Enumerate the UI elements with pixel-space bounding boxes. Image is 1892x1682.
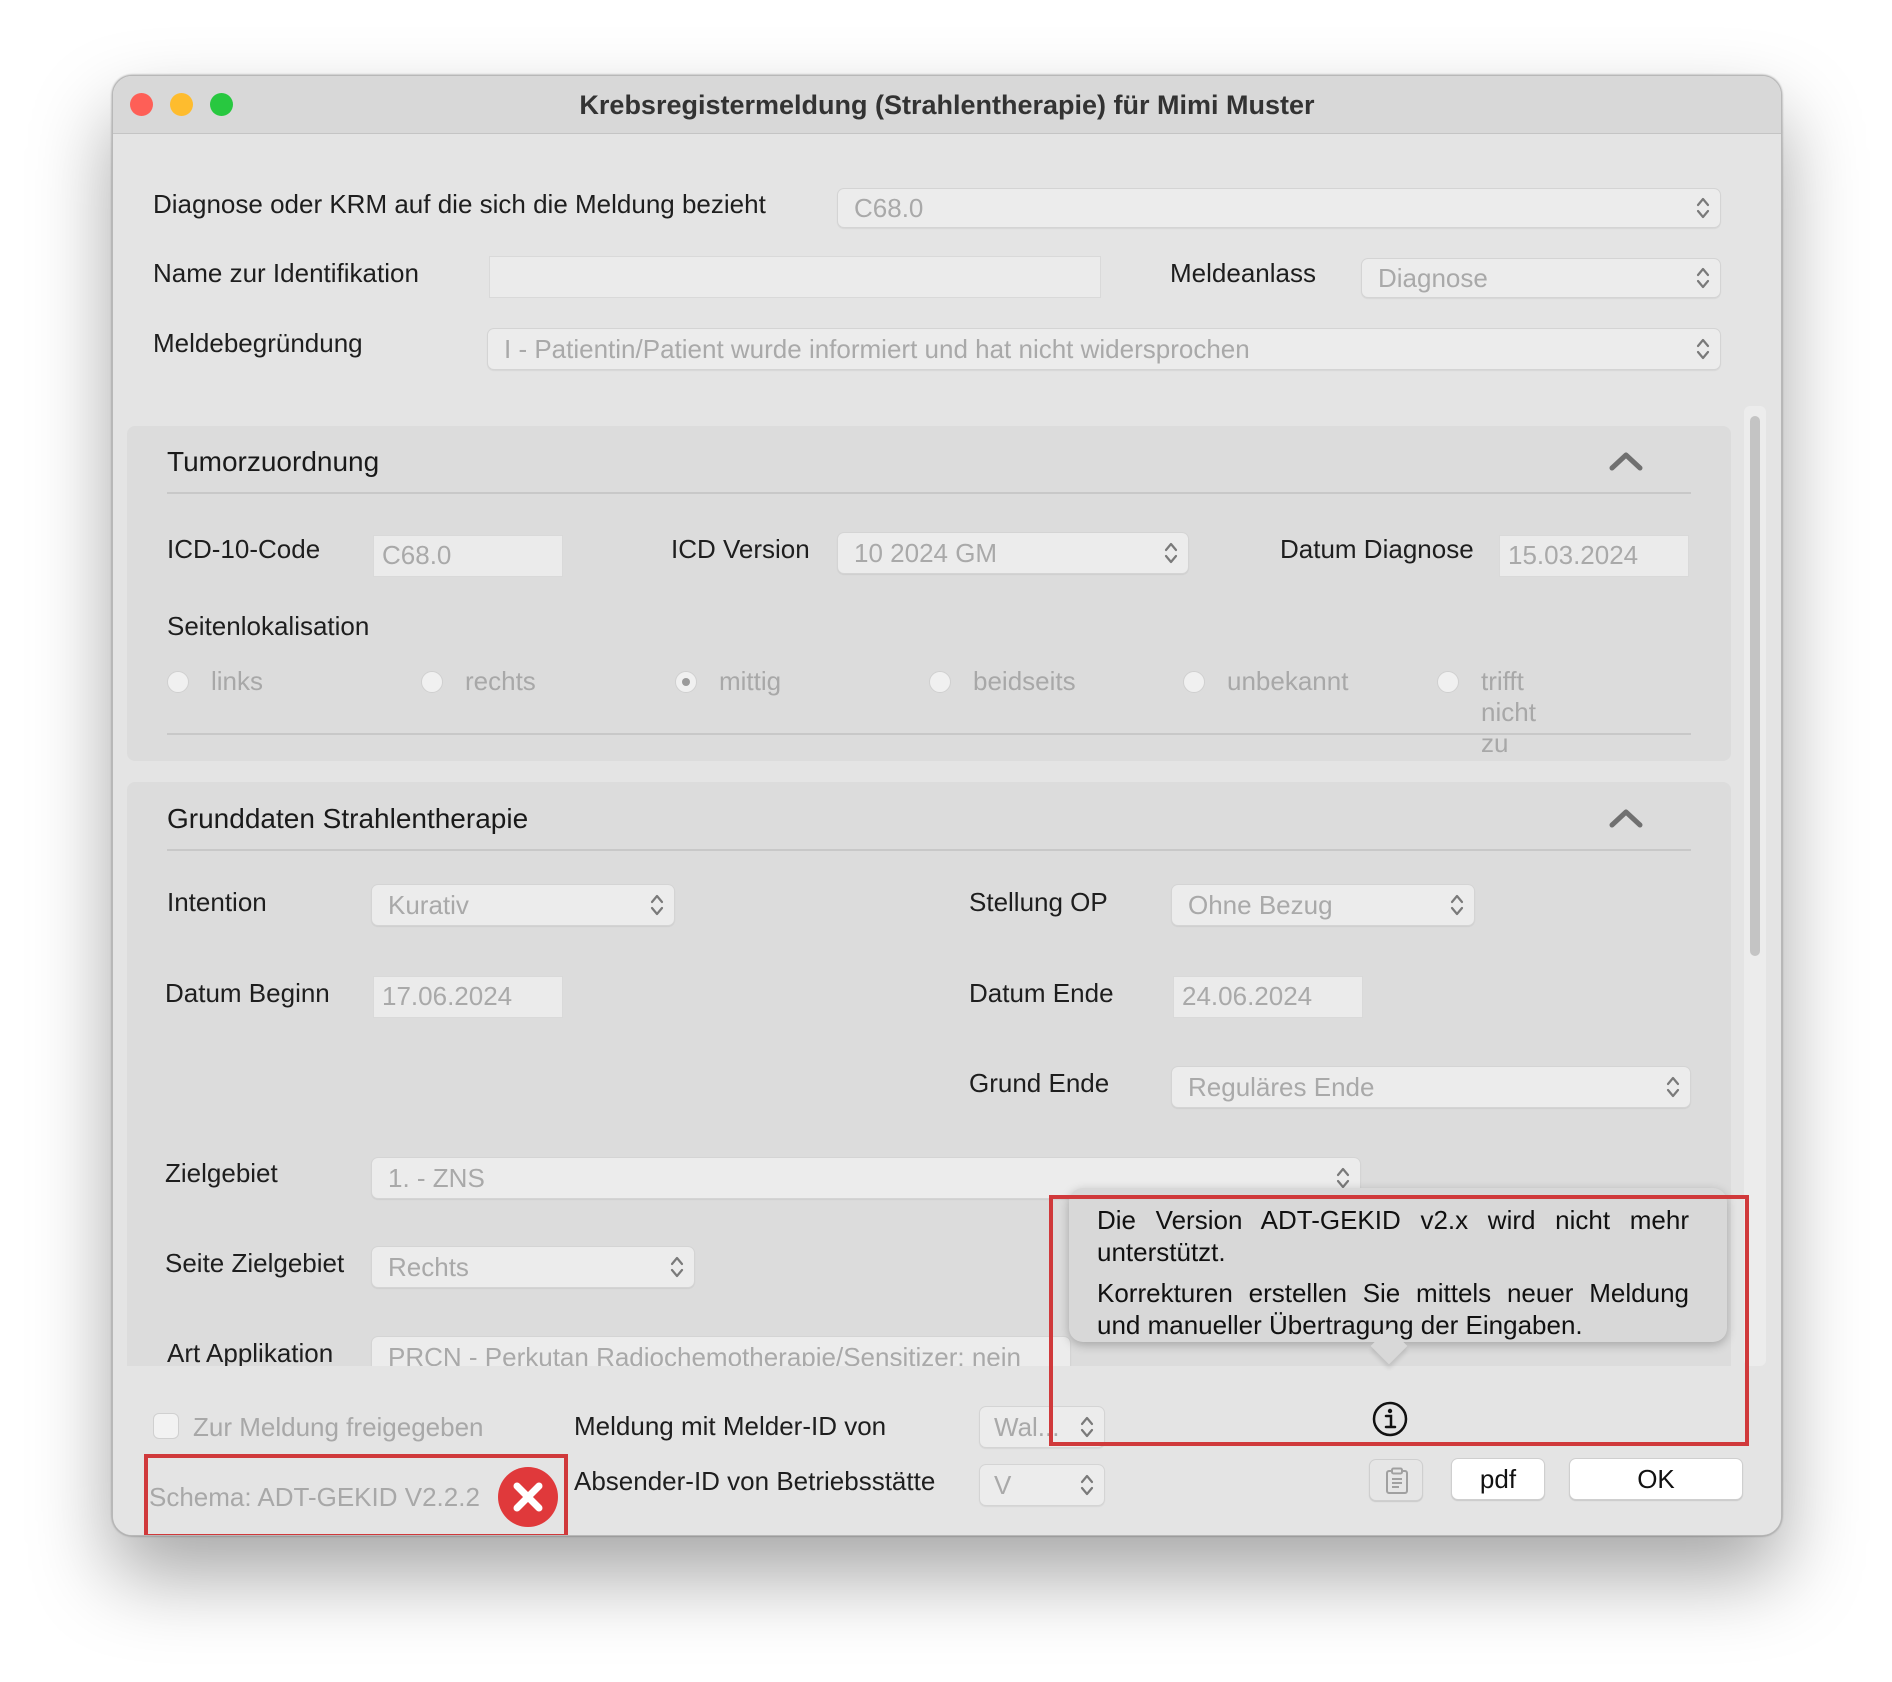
- grund-ende-value: Reguläres Ende: [1188, 1072, 1375, 1102]
- section-divider: [167, 849, 1691, 851]
- stepper-icon: [1696, 196, 1710, 220]
- radio-button[interactable]: [929, 671, 951, 693]
- absender-label: Absender-ID von Betriebsstätte: [574, 1466, 936, 1496]
- seite-zielgebiet-select[interactable]: Rechts: [371, 1246, 695, 1288]
- radio-label: mittig: [719, 666, 782, 696]
- schema-highlight-box: [144, 1454, 568, 1535]
- datum-diagnose-label: Datum Diagnose: [1280, 534, 1474, 564]
- tumorzuordnung-title: Tumorzuordnung: [167, 446, 380, 477]
- dialog-window: Krebsregistermeldung (Strahlentherapie) …: [112, 75, 1782, 1536]
- seitenlokalisation-label: Seitenlokalisation: [167, 611, 370, 641]
- seite-zielgebiet-label: Seite Zielgebiet: [165, 1248, 345, 1278]
- absender-select[interactable]: V: [979, 1464, 1105, 1506]
- stepper-icon: [650, 893, 664, 917]
- scrollbar-thumb[interactable]: [1750, 416, 1760, 956]
- grunddaten-title: Grunddaten Strahlentherapie: [167, 803, 529, 834]
- chevron-up-icon[interactable]: [1609, 451, 1643, 471]
- stepper-icon: [1696, 266, 1710, 290]
- stellung-op-label: Stellung OP: [969, 887, 1108, 917]
- radio-button[interactable]: [1437, 671, 1459, 693]
- datum-diagnose-field[interactable]: 15.03.2024: [1499, 535, 1689, 577]
- diagnose-value: C68.0: [854, 193, 924, 223]
- icd-version-value: 10 2024 GM: [854, 538, 998, 568]
- section-divider: [167, 733, 1691, 735]
- icd-version-select[interactable]: 10 2024 GM: [837, 532, 1189, 574]
- name-label: Name zur Identifikation: [153, 258, 419, 288]
- radio-button[interactable]: [421, 671, 443, 693]
- tumorzuordnung-panel: Tumorzuordnung ICD-10-Code C68.0 ICD Ver…: [127, 426, 1731, 761]
- title-bar: Krebsregistermeldung (Strahlentherapie) …: [113, 76, 1781, 134]
- clipboard-button[interactable]: [1369, 1459, 1423, 1501]
- radio-label: rechts: [465, 666, 536, 696]
- art-applikation-label: Art Applikation: [167, 1338, 334, 1368]
- meldeanlass-select[interactable]: Diagnose: [1361, 258, 1721, 298]
- freigegeben-checkbox[interactable]: [153, 1413, 179, 1439]
- section-divider: [167, 492, 1691, 494]
- radio-label: unbekannt: [1227, 666, 1349, 696]
- chevron-up-icon[interactable]: [1609, 808, 1643, 828]
- intention-label: Intention: [167, 887, 267, 917]
- stepper-icon: [1450, 893, 1464, 917]
- meldeanlass-value: Diagnose: [1378, 263, 1488, 293]
- diagnose-label: Diagnose oder KRM auf die sich die Meldu…: [153, 189, 766, 219]
- radio-label: trifft nicht zu: [1481, 666, 1536, 758]
- pdf-button[interactable]: pdf: [1451, 1458, 1545, 1500]
- radio-label: links: [211, 666, 264, 696]
- datum-beginn-field[interactable]: 17.06.2024: [373, 976, 563, 1018]
- ok-button[interactable]: OK: [1569, 1458, 1743, 1500]
- window-title: Krebsregistermeldung (Strahlentherapie) …: [579, 90, 1315, 120]
- meldebegruendung-select[interactable]: I - Patientin/Patient wurde informiert u…: [487, 328, 1721, 370]
- stepper-icon: [1336, 1166, 1350, 1190]
- datum-ende-label: Datum Ende: [969, 978, 1114, 1008]
- grund-ende-select[interactable]: Reguläres Ende: [1171, 1066, 1691, 1108]
- icd-code-field[interactable]: C68.0: [373, 535, 563, 577]
- meldeanlass-label: Meldeanlass: [1170, 258, 1316, 288]
- stepper-icon: [1696, 337, 1710, 361]
- stepper-icon: [1164, 541, 1178, 565]
- seite-zielgebiet-value: Rechts: [388, 1252, 469, 1282]
- meldebegruendung-label: Meldebegründung: [153, 328, 363, 358]
- radio-button-selected[interactable]: [675, 671, 697, 693]
- intention-value: Kurativ: [388, 890, 469, 920]
- radio-button[interactable]: [1183, 671, 1205, 693]
- radio-label: beidseits: [973, 666, 1076, 696]
- datum-beginn-label: Datum Beginn: [165, 978, 330, 1008]
- radio-button[interactable]: [167, 671, 189, 693]
- stepper-icon: [1080, 1473, 1094, 1497]
- grund-ende-label: Grund Ende: [969, 1068, 1110, 1098]
- freigegeben-label: Zur Meldung freigegeben: [193, 1412, 484, 1442]
- stepper-icon: [670, 1255, 684, 1279]
- diagnose-select[interactable]: C68.0: [837, 188, 1721, 228]
- intention-select[interactable]: Kurativ: [371, 884, 675, 926]
- clipboard-icon: [1386, 1467, 1408, 1494]
- zielgebiet-value: 1. - ZNS: [388, 1163, 485, 1193]
- meldebegruendung-value: I - Patientin/Patient wurde informiert u…: [504, 334, 1250, 364]
- melder-label: Meldung mit Melder-ID von: [574, 1411, 887, 1441]
- stellung-op-select[interactable]: Ohne Bezug: [1171, 884, 1475, 926]
- stellung-op-value: Ohne Bezug: [1188, 890, 1333, 920]
- zielgebiet-label: Zielgebiet: [165, 1158, 278, 1188]
- icd-code-label: ICD-10-Code: [167, 534, 321, 564]
- icd-version-label: ICD Version: [671, 534, 810, 564]
- datum-ende-field[interactable]: 24.06.2024: [1173, 976, 1363, 1018]
- tooltip-highlight-box: [1049, 1195, 1749, 1446]
- stepper-icon: [1666, 1075, 1680, 1099]
- absender-value: V: [994, 1470, 1012, 1500]
- name-input[interactable]: [489, 256, 1101, 298]
